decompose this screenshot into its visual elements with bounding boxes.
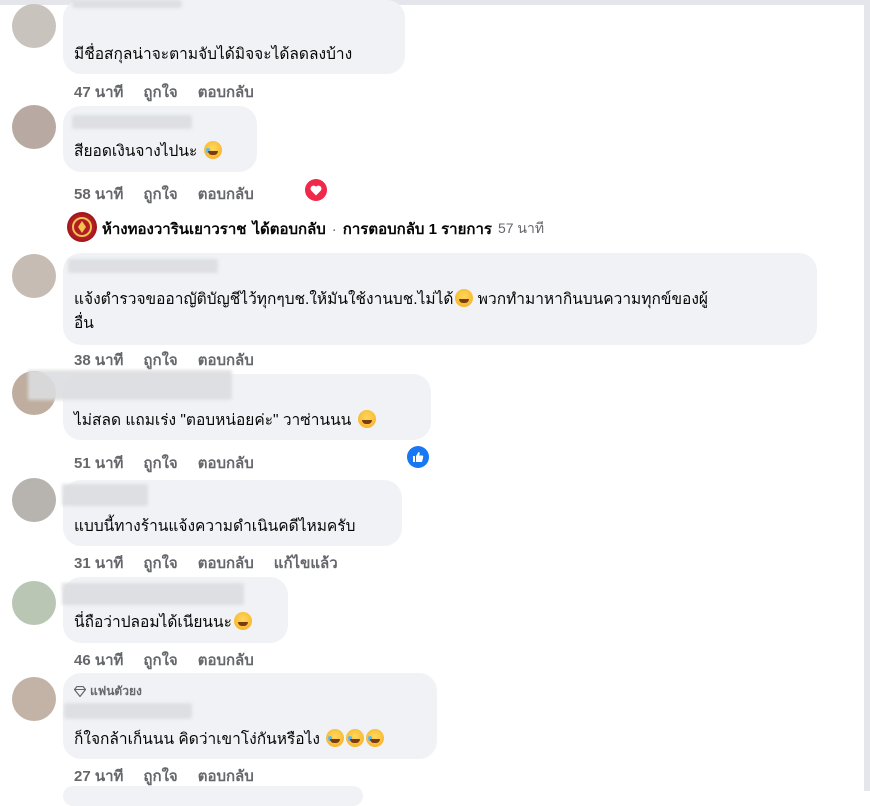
comment-time[interactable]: 51 นาที (74, 451, 123, 475)
separator-dot: · (331, 220, 337, 238)
commenter-name-redacted (68, 259, 218, 273)
comment-text: ก็ใจกล้าเก็นนน คิดว่าเขาโง่กันหรือไง (74, 729, 385, 751)
comment-actions: 58 นาที ถูกใจ ตอบกลับ (74, 182, 254, 206)
rofl-emoji (346, 729, 365, 747)
avatar[interactable] (12, 677, 56, 721)
flushed-emoji (455, 289, 474, 307)
reply-link[interactable]: ตอบกลับ (198, 451, 254, 475)
commenter-name-redacted (72, 0, 182, 8)
comment-time[interactable]: 27 นาที (74, 764, 123, 788)
comment-time[interactable]: 46 นาที (74, 648, 123, 672)
avatar[interactable] (12, 4, 56, 48)
comment-actions: 38 นาที ถูกใจ ตอบกลับ (74, 348, 254, 372)
like-reaction-icon[interactable] (407, 446, 429, 468)
comment-time[interactable]: 31 นาที (74, 551, 123, 575)
avatar[interactable] (12, 105, 56, 149)
comment-text: แบบนี้ทางร้านแจ้งความดำเนินคดีไหมครับ (74, 518, 356, 535)
comment-text-content: ก็ใจกล้าเก็นนน คิดว่าเขาโง่กันหรือไง (74, 731, 320, 748)
comment-actions: 27 นาที ถูกใจ ตอบกลับ (74, 764, 254, 788)
diamond-icon (74, 686, 86, 697)
like-link[interactable]: ถูกใจ (143, 182, 177, 206)
edited-label[interactable]: แก้ไขแล้ว (274, 551, 338, 575)
comment-actions: 31 นาที ถูกใจ ตอบกลับ แก้ไขแล้ว (74, 551, 338, 575)
comment-actions: 46 นาที ถูกใจ ตอบกลับ (74, 648, 254, 672)
reply-link[interactable]: ตอบกลับ (198, 182, 254, 206)
window-scrollbar-track[interactable] (864, 0, 870, 791)
commenter-name-redacted (28, 370, 232, 400)
rofl-emoji (326, 729, 345, 747)
like-link[interactable]: ถูกใจ (143, 764, 177, 788)
reply-link[interactable]: ตอบกลับ (198, 551, 254, 575)
comment-actions: 51 นาที ถูกใจ ตอบกลับ (74, 451, 254, 475)
comment-time[interactable]: 38 นาที (74, 348, 123, 372)
reply-link[interactable]: ตอบกลับ (198, 80, 254, 104)
commenter-name-redacted (62, 484, 148, 506)
comment-text-line2: อื่น (74, 315, 94, 332)
badge-label: แฟนตัวยง (90, 684, 142, 698)
comment-actions: 47 นาที ถูกใจ ตอบกลับ (74, 80, 254, 104)
reply-count[interactable]: การตอบกลับ 1 รายการ (343, 217, 492, 241)
reply-time: 57 นาที (497, 220, 545, 236)
comment-text: แจ้งตำรวจขออาญัติบัญชีไว้ทุกๆบช.ให้มันใช… (74, 289, 708, 311)
grin-sweat-emoji (357, 410, 376, 428)
page-logo-icon (69, 214, 95, 240)
heart-reaction-icon[interactable] (305, 179, 327, 201)
comment-time[interactable]: 58 นาที (74, 182, 123, 206)
grin-sweat-emoji (233, 612, 252, 630)
like-link[interactable]: ถูกใจ (143, 348, 177, 372)
avatar[interactable] (12, 254, 56, 298)
comment-text: นี่ถือว่าปลอมได้เนียนนะ (74, 612, 252, 634)
page-avatar[interactable] (67, 212, 97, 242)
comment-text-content: แจ้งตำรวจขออาญัติบัญชีไว้ทุกๆบช.ให้มันใช… (74, 291, 454, 308)
avatar[interactable] (12, 581, 56, 625)
comment-text-content: สียอดเงินจางไปนะ (74, 143, 198, 160)
page-name[interactable]: ห้างทองวารินเยาวราช (102, 217, 246, 241)
reply-link[interactable]: ตอบกลับ (198, 764, 254, 788)
reply-action: ได้ตอบกลับ (252, 221, 326, 238)
comment-text-content: ไม่สลด แถมเร่ง "ตอบหน่อยค่ะ" วาซ่านนน (74, 412, 352, 429)
top-fan-badge[interactable]: แฟนตัวยง (74, 682, 142, 701)
like-link[interactable]: ถูกใจ (143, 648, 177, 672)
comment-text: ไม่สลด แถมเร่ง "ตอบหน่อยค่ะ" วาซ่านนน (74, 410, 376, 432)
comment-time[interactable]: 47 นาที (74, 80, 123, 104)
like-link[interactable]: ถูกใจ (143, 551, 177, 575)
commenter-name-redacted (72, 115, 192, 129)
commenter-name-redacted (62, 583, 244, 605)
rofl-emoji (203, 141, 222, 159)
like-link[interactable]: ถูกใจ (143, 80, 177, 104)
comment-text: มีชื่อสกุลน่าจะตามจับได้มิจจะได้ลดลงบ้าง (74, 46, 353, 63)
reply-link[interactable]: ตอบกลับ (198, 348, 254, 372)
rofl-emoji (366, 729, 385, 747)
commenter-name-redacted (64, 703, 192, 719)
comment-text: สียอดเงินจางไปนะ (74, 141, 222, 163)
like-link[interactable]: ถูกใจ (143, 451, 177, 475)
avatar[interactable] (12, 478, 56, 522)
comment-bubble-partial (63, 786, 363, 806)
comment-text-content: นี่ถือว่าปลอมได้เนียนนะ (74, 614, 232, 631)
comment-text-continued: พวกทำมาหากินบนความทุกข์ของผู้ (477, 291, 709, 308)
reply-summary[interactable]: ห้างทองวารินเยาวราช ได้ตอบกลับ · การตอบก… (102, 217, 544, 241)
reply-link[interactable]: ตอบกลับ (198, 648, 254, 672)
